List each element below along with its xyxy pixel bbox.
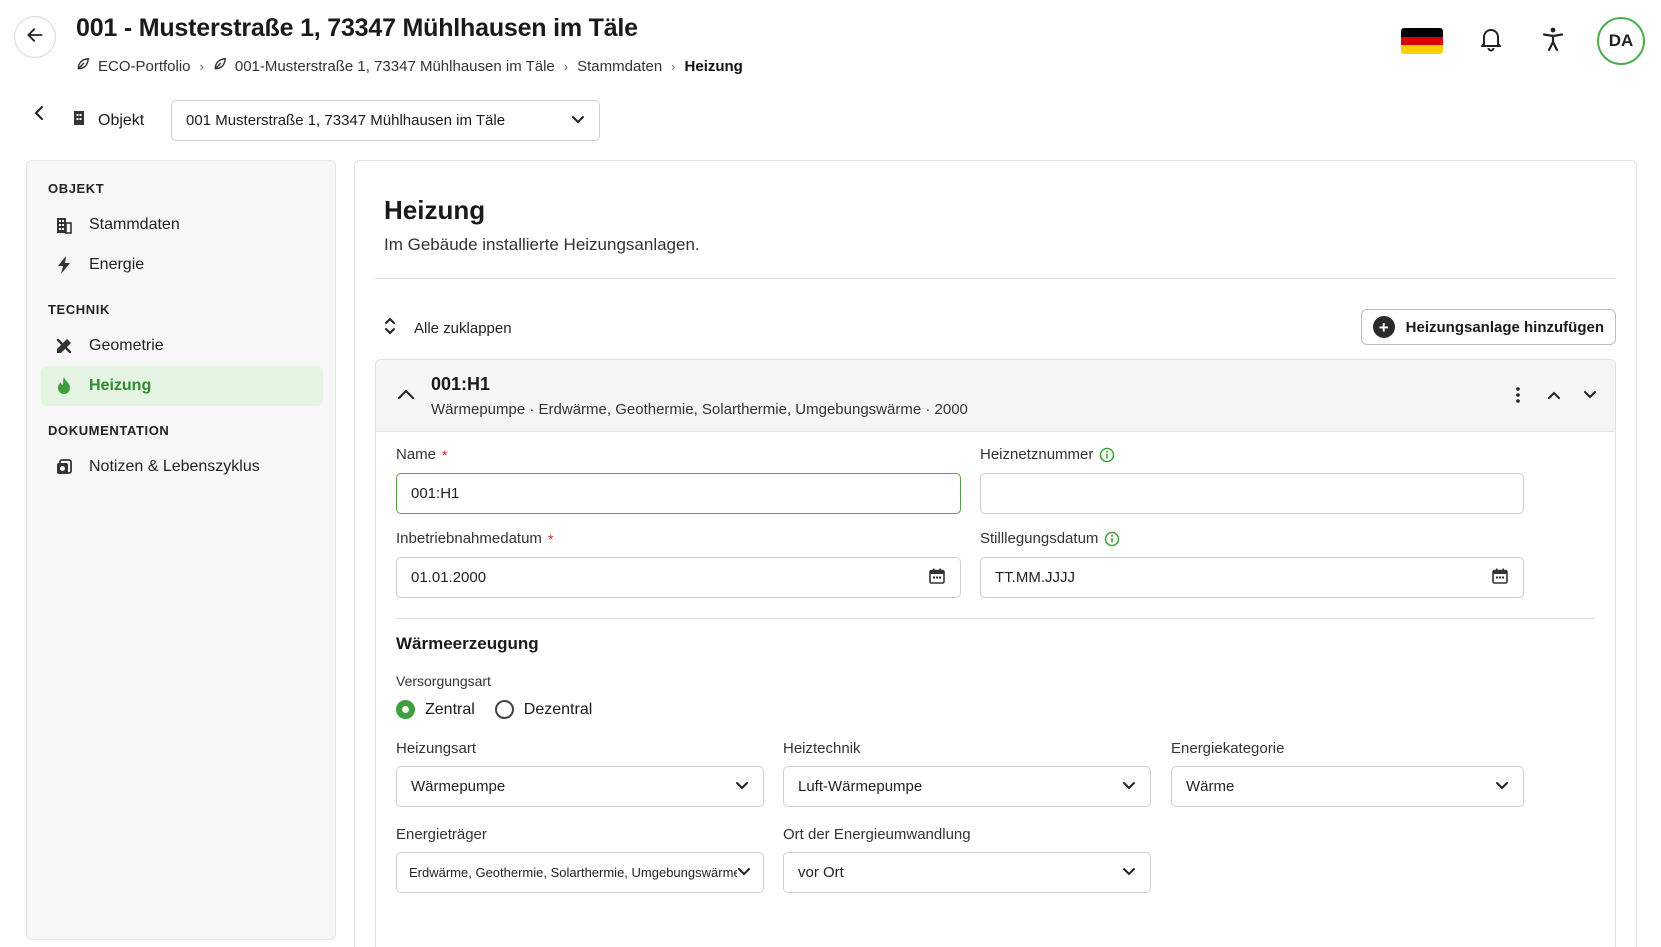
- notifications-button[interactable]: [1473, 23, 1509, 59]
- heating-unit-header[interactable]: 001:H1 Wärmepumpe · Erdwärme, Geothermie…: [376, 360, 1615, 432]
- breadcrumb-item-current: Heizung: [684, 57, 743, 75]
- accessibility-icon: [1541, 26, 1565, 57]
- divider: [375, 278, 1616, 279]
- leaf-icon: [76, 57, 90, 75]
- page-title: 001 - Musterstraße 1, 73347 Mühlhausen i…: [76, 14, 638, 42]
- required-marker: *: [547, 530, 554, 547]
- stilllegung-label: Stilllegungsdatum: [980, 530, 1120, 547]
- chevron-down-icon: [1495, 778, 1509, 795]
- chevron-down-icon: [571, 112, 585, 129]
- radio-zentral[interactable]: Zentral: [396, 700, 475, 719]
- heiznetz-input[interactable]: [980, 473, 1524, 514]
- main-panel: Heizung Im Gebäude installierte Heizungs…: [354, 160, 1637, 947]
- sidebar-section-technik: TECHNIK: [48, 302, 110, 317]
- chevron-left-icon: [33, 105, 45, 126]
- collapse-sidebar-button[interactable]: [28, 104, 50, 126]
- energietraeger-select[interactable]: Erdwärme, Geothermie, Solarthermie, Umge…: [396, 852, 764, 893]
- required-marker: *: [442, 446, 448, 463]
- bell-icon: [1479, 26, 1503, 57]
- radio-unchecked-icon: [494, 700, 514, 719]
- energietraeger-label: Energieträger: [396, 826, 487, 843]
- sidebar-item-notizen[interactable]: Notizen & Lebenszyklus: [41, 447, 323, 487]
- unfold-icon: [384, 317, 396, 339]
- stilllegung-date-input[interactable]: TT.MM.JJJJ: [980, 557, 1524, 598]
- heiztechnik-select[interactable]: Luft-Wärmepumpe: [783, 766, 1151, 807]
- breadcrumb-item-object[interactable]: 001-Musterstraße 1, 73347 Mühlhausen im …: [213, 57, 555, 75]
- versorgungsart-radio-group: Zentral Dezentral: [396, 700, 592, 719]
- ort-select[interactable]: vor Ort: [783, 852, 1151, 893]
- building-icon: [53, 214, 75, 236]
- info-icon[interactable]: [1104, 531, 1120, 547]
- sidebar: OBJEKT Stammdaten Energie TECHNIK Geomet…: [26, 160, 336, 940]
- calendar-icon[interactable]: [1491, 567, 1509, 589]
- sidebar-item-geometrie[interactable]: Geometrie: [41, 326, 323, 366]
- heating-unit-description: Wärmepumpe · Erdwärme, Geothermie, Solar…: [431, 401, 968, 418]
- section-title: Heizung: [384, 195, 486, 225]
- object-select[interactable]: 001 Musterstraße 1, 73347 Mühlhausen im …: [171, 100, 600, 141]
- add-heating-button[interactable]: + Heizungsanlage hinzufügen: [1360, 309, 1616, 345]
- arrow-left-icon: [25, 25, 45, 50]
- radio-checked-icon: [396, 700, 415, 719]
- radio-dezentral[interactable]: Dezentral: [494, 700, 592, 719]
- sidebar-item-stammdaten[interactable]: Stammdaten: [41, 205, 323, 245]
- energiekategorie-label: Energiekategorie: [1171, 740, 1285, 757]
- chevron-right-icon: ›: [199, 58, 204, 74]
- name-input[interactable]: 001:H1: [396, 473, 961, 514]
- breadcrumb: ECO-Portfolio › 001-Musterstraße 1, 7334…: [76, 57, 743, 75]
- chevron-right-icon: ›: [563, 58, 569, 74]
- chevron-up-icon[interactable]: [394, 382, 418, 406]
- more-vertical-icon[interactable]: [1507, 384, 1529, 406]
- heating-unit-title: 001:H1: [431, 374, 491, 394]
- inbetrieb-date-input[interactable]: 01.01.2000: [396, 557, 961, 598]
- energiekategorie-select[interactable]: Wärme: [1171, 766, 1524, 807]
- calendar-icon[interactable]: [928, 567, 946, 589]
- waermeerzeugung-heading: Wärmeerzeugung: [396, 634, 539, 653]
- collapse-all-button[interactable]: Alle zuklappen: [384, 317, 512, 339]
- accessibility-button[interactable]: [1535, 23, 1571, 59]
- heiznetz-label: Heiznetznummer: [980, 446, 1115, 463]
- divider: [396, 618, 1595, 619]
- versorgungsart-label: Versorgungsart: [396, 673, 491, 689]
- sidebar-section-dokumentation: DOKUMENTATION: [48, 423, 170, 438]
- sidebar-item-energie[interactable]: Energie: [41, 245, 323, 285]
- building-icon: [72, 110, 86, 131]
- chevron-right-icon: ›: [671, 58, 676, 74]
- flag-germany-icon[interactable]: [1401, 28, 1443, 54]
- inbetrieb-label: Inbetriebnahmedatum *: [396, 530, 554, 547]
- back-button[interactable]: [14, 16, 56, 58]
- chevron-down-icon: [735, 778, 749, 795]
- object-label: Objekt: [98, 111, 145, 129]
- name-label: Name *: [396, 446, 448, 463]
- lightning-icon: [53, 254, 75, 276]
- heizungsart-label: Heizungsart: [396, 740, 477, 757]
- move-down-icon[interactable]: [1579, 384, 1601, 406]
- heiztechnik-label: Heiztechnik: [783, 740, 861, 757]
- heizungsart-select[interactable]: Wärmepumpe: [396, 766, 764, 807]
- section-subtitle: Im Gebäude installierte Heizungsanlagen.: [384, 235, 700, 254]
- info-icon[interactable]: [1099, 447, 1115, 463]
- ruler-pencil-icon: [53, 335, 75, 357]
- chevron-down-icon: [737, 865, 751, 880]
- breadcrumb-item-portfolio[interactable]: ECO-Portfolio: [76, 57, 191, 75]
- avatar[interactable]: DA: [1597, 17, 1645, 65]
- chevron-down-icon: [1122, 778, 1136, 795]
- flame-icon: [53, 375, 75, 397]
- plus-circle-icon: +: [1372, 316, 1395, 338]
- breadcrumb-item-stammdaten[interactable]: Stammdaten: [577, 58, 662, 75]
- notes-icon: [53, 456, 75, 478]
- leaf-icon: [213, 57, 227, 75]
- sidebar-item-heizung[interactable]: Heizung: [41, 366, 323, 406]
- heating-unit-panel: 001:H1 Wärmepumpe · Erdwärme, Geothermie…: [375, 359, 1616, 947]
- ort-label: Ort der Energieumwandlung: [783, 826, 971, 843]
- sidebar-section-objekt: OBJEKT: [48, 181, 105, 196]
- chevron-down-icon: [1122, 864, 1136, 881]
- move-up-icon[interactable]: [1543, 384, 1565, 406]
